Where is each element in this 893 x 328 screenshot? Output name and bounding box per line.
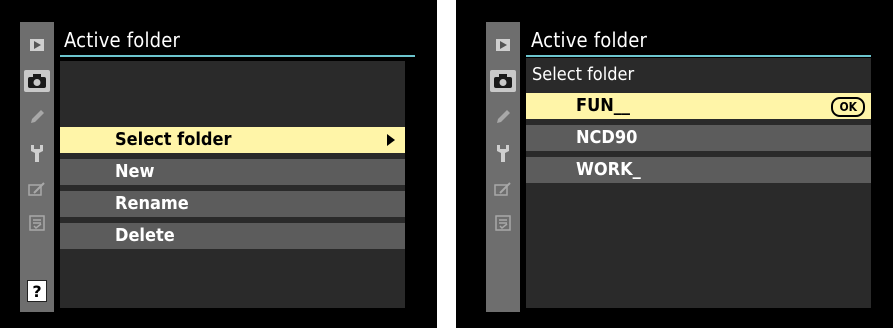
title-underline <box>60 55 415 57</box>
camera-icon[interactable] <box>490 70 516 92</box>
menu-tab-sidebar <box>486 22 520 312</box>
menu-panel: Select folder New Rename Delete <box>60 61 405 308</box>
folder-label: FUN__ <box>576 95 630 116</box>
retouch-icon[interactable] <box>24 178 50 200</box>
camera-icon[interactable] <box>24 70 50 92</box>
wrench-icon[interactable] <box>24 142 50 164</box>
folder-label: NCD90 <box>576 127 638 148</box>
camera-screen-right: Active folder Select folder FUN__ OK NCD… <box>456 0 893 328</box>
wrench-icon[interactable] <box>490 142 516 164</box>
folder-item-fun[interactable]: FUN__ OK <box>526 93 871 119</box>
title-underline <box>526 55 871 57</box>
menu-item-label: Rename <box>115 193 189 214</box>
playback-icon[interactable] <box>490 34 516 56</box>
playback-icon[interactable] <box>24 34 50 56</box>
folder-label: WORK_ <box>576 159 641 180</box>
menu-item-new[interactable]: New <box>60 159 405 185</box>
page-title: Active folder <box>64 28 181 52</box>
my-menu-icon[interactable] <box>490 212 516 234</box>
page-title: Active folder <box>531 28 648 52</box>
menu-item-delete[interactable]: Delete <box>60 223 405 249</box>
folder-panel: Select folder FUN__ OK NCD90 WORK_ <box>526 58 871 308</box>
my-menu-icon[interactable] <box>24 212 50 234</box>
menu-item-label: New <box>115 161 155 182</box>
pencil-icon[interactable] <box>490 106 516 128</box>
pencil-icon[interactable] <box>24 106 50 128</box>
chevron-right-icon <box>387 134 395 146</box>
folder-item-ncd90[interactable]: NCD90 <box>526 125 871 151</box>
menu-item-label: Delete <box>115 225 175 246</box>
folder-item-work[interactable]: WORK_ <box>526 157 871 183</box>
ok-button-icon: OK <box>831 97 865 117</box>
menu-item-select-folder[interactable]: Select folder <box>60 127 405 153</box>
camera-screen-left: ? Active folder Select folder New Rename… <box>0 0 437 328</box>
retouch-icon[interactable] <box>490 178 516 200</box>
menu-item-label: Select folder <box>115 129 232 150</box>
sub-title: Select folder <box>532 64 635 85</box>
menu-tab-sidebar: ? <box>20 22 54 312</box>
help-icon[interactable]: ? <box>27 280 47 302</box>
menu-item-rename[interactable]: Rename <box>60 191 405 217</box>
